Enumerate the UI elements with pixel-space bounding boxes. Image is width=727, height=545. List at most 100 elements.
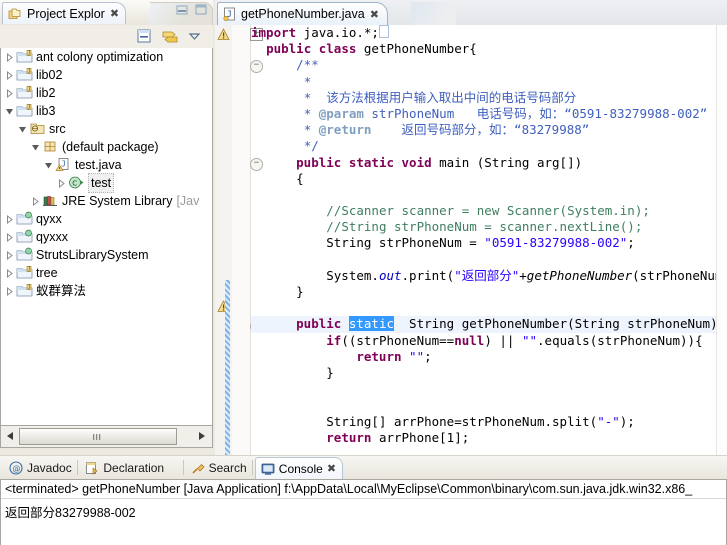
- code-line[interactable]: return arrPhone[1];: [251, 430, 717, 446]
- tab-getphonenumber-java[interactable]: J getPhoneNumber.java ✖: [217, 2, 388, 25]
- project-tree[interactable]: Jant colony optimization Jlib02 Jlib2 Jlib3…: [0, 48, 213, 426]
- project-tree-hscrollbar[interactable]: [0, 426, 213, 448]
- link-with-editor-icon[interactable]: [160, 28, 180, 45]
- console-output-area[interactable]: <terminated> getPhoneNumber [Java Applic…: [0, 479, 727, 545]
- tab-declaration[interactable]: Declaration: [80, 457, 170, 479]
- code-line[interactable]: }: [251, 284, 717, 300]
- code-line[interactable]: //Scanner scanner = new Scanner(System.i…: [251, 203, 717, 219]
- maximize-icon[interactable]: [194, 4, 208, 16]
- editor-code-area[interactable]: import java.io.*; public class getPhoneN…: [251, 25, 717, 455]
- tree-item[interactable]: Jlib3: [1, 102, 212, 120]
- tree-expand-arrow-icon[interactable]: [42, 156, 55, 174]
- tree-item-label: lib3: [36, 104, 56, 118]
- tab-console[interactable]: Console ✖: [254, 457, 344, 479]
- tab-separator: [182, 460, 184, 475]
- scroll-grip-icon[interactable]: [19, 428, 177, 445]
- java-editor: J getPhoneNumber.java ✖ +−−− import java…: [215, 0, 727, 455]
- editor-overview-ruler[interactable]: [716, 25, 727, 455]
- collapse-all-icon[interactable]: [136, 28, 153, 45]
- code-token: getPhoneNumber{: [356, 41, 477, 57]
- tree-expand-arrow-icon[interactable]: [3, 102, 16, 120]
- warning-marker-icon[interactable]: [217, 28, 230, 41]
- tree-expand-arrow-icon[interactable]: [3, 84, 16, 102]
- code-line[interactable]: System.out.print("返回部分"+getPhoneNumber(s…: [251, 268, 717, 284]
- tree-item[interactable]: (default package): [1, 138, 212, 156]
- tree-item[interactable]: src: [1, 120, 212, 138]
- code-line[interactable]: [251, 300, 717, 316]
- project-explorer-view: Project Explor ✖ J ant colony optimizati…: [0, 0, 213, 448]
- tree-item[interactable]: qyxx: [1, 210, 212, 228]
- code-line[interactable]: * @return 返回号码部分，如：“83279988”: [251, 122, 717, 138]
- view-menu-icon[interactable]: [186, 28, 203, 45]
- tree-expand-arrow-icon[interactable]: [55, 174, 68, 192]
- java-project-icon: J: [16, 85, 33, 101]
- tree-expand-arrow-icon[interactable]: [3, 228, 16, 246]
- tree-item-label: test: [88, 173, 115, 193]
- editor-folding-ruler[interactable]: +−−−: [232, 25, 263, 455]
- code-line[interactable]: * 该方法根据用户输入取出中间的电话号码部分: [251, 90, 717, 106]
- tree-item[interactable]: qyxxx: [1, 228, 212, 246]
- tree-item[interactable]: JRE System Library [Jav: [1, 192, 212, 210]
- code-token: 返回号码部分，如：“83279988”: [371, 122, 590, 138]
- code-line[interactable]: if((strPhoneNum==null) || "".equals(strP…: [251, 333, 717, 349]
- code-line[interactable]: return "";: [251, 349, 717, 365]
- code-line[interactable]: /**: [251, 57, 717, 73]
- svg-text:J: J: [28, 285, 31, 291]
- tree-expand-arrow-icon[interactable]: [3, 246, 16, 264]
- code-line[interactable]: String[] arrPhone=strPhoneNum.split("-")…: [251, 414, 717, 430]
- code-line[interactable]: import java.io.*;: [251, 25, 717, 41]
- code-token: .equals(strPhoneNum)){: [537, 332, 703, 348]
- code-line[interactable]: {: [251, 171, 717, 187]
- code-line[interactable]: [251, 187, 717, 203]
- tree-expand-arrow-icon[interactable]: [3, 282, 16, 300]
- code-line[interactable]: [251, 446, 717, 455]
- console-output-text: 返回部分83279988-002: [5, 506, 136, 520]
- minimize-icon[interactable]: [175, 4, 189, 16]
- tree-item-label: StrutsLibrarySystem: [36, 248, 149, 262]
- tree-item[interactable]: Jtest.java: [1, 156, 212, 174]
- project-explorer-tabstrip: Project Explor ✖: [0, 0, 213, 25]
- tab-javadoc[interactable]: @ Javadoc: [4, 457, 78, 479]
- tree-item[interactable]: Jtree: [1, 264, 212, 282]
- close-icon[interactable]: ✖: [327, 462, 336, 475]
- code-line[interactable]: public class getPhoneNumber{: [251, 41, 717, 57]
- code-token: *: [303, 73, 312, 89]
- tree-item[interactable]: Ctest: [1, 173, 212, 193]
- tree-item[interactable]: Jant colony optimization: [1, 48, 212, 66]
- close-icon[interactable]: ✖: [370, 8, 379, 21]
- tab-search[interactable]: Search: [186, 457, 253, 479]
- code-token: String strPhoneNum =: [251, 235, 485, 251]
- tree-expand-arrow-icon[interactable]: [3, 210, 16, 228]
- code-line[interactable]: [251, 252, 717, 268]
- scroll-left-icon[interactable]: [3, 428, 17, 443]
- code-line[interactable]: public static void main (String arg[]): [251, 155, 717, 171]
- editor-change-bar: [225, 280, 230, 455]
- code-token: main (String arg[]): [431, 154, 583, 170]
- code-line[interactable]: public static String getPhoneNumber(Stri…: [251, 316, 717, 333]
- code-line[interactable]: * @param strPhoneNum 电话号码，如：“0591-832799…: [251, 106, 717, 122]
- tree-expand-arrow-icon[interactable]: [3, 66, 16, 84]
- tree-expand-arrow-icon[interactable]: [3, 264, 16, 282]
- code-line[interactable]: *: [251, 74, 717, 90]
- tab-project-explorer[interactable]: Project Explor ✖: [2, 2, 127, 24]
- tree-expand-arrow-icon[interactable]: [3, 48, 16, 66]
- code-line[interactable]: String strPhoneNum = "0591-83279988-002"…: [251, 235, 717, 251]
- close-icon[interactable]: ✖: [110, 7, 119, 20]
- code-token: */: [303, 138, 319, 154]
- tree-item[interactable]: Jlib02: [1, 66, 212, 84]
- tree-expand-arrow-icon[interactable]: [29, 192, 42, 210]
- tree-item[interactable]: StrutsLibrarySystem: [1, 246, 212, 264]
- tree-item[interactable]: Jlib2: [1, 84, 212, 102]
- code-line[interactable]: //String strPhoneNum = scanner.nextLine(…: [251, 219, 717, 235]
- editor-annotation-ruler[interactable]: [215, 25, 233, 455]
- tree-item[interactable]: J 蚁群算法: [1, 282, 212, 300]
- scroll-right-icon[interactable]: [195, 428, 209, 443]
- tree-expand-arrow-icon[interactable]: [16, 120, 29, 138]
- code-line[interactable]: }: [251, 365, 717, 381]
- code-line[interactable]: [251, 381, 717, 397]
- web-project-icon: [16, 211, 33, 227]
- tree-expand-arrow-icon[interactable]: [29, 138, 42, 156]
- code-line[interactable]: [251, 397, 717, 413]
- code-line[interactable]: */: [251, 138, 717, 154]
